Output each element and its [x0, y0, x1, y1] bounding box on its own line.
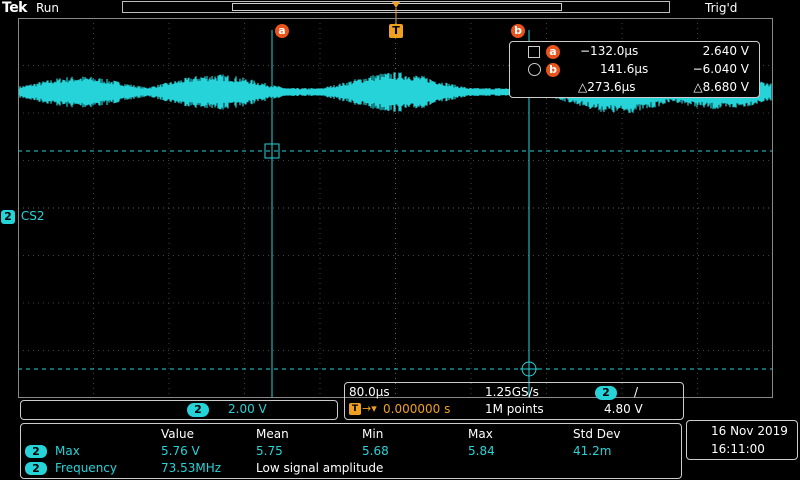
trigger-position-value: 0.000000 s — [383, 402, 451, 416]
trigger-level: 4.80 V — [604, 402, 643, 416]
cursor-b-marker[interactable]: b — [511, 24, 525, 38]
ch2-scale-box[interactable]: 2 2.00 V — [20, 400, 338, 420]
cursor-a-voltage: 2.640 V — [702, 44, 749, 58]
ch2-scale-badge: 2 — [187, 403, 209, 417]
cursor-a-time: −132.0µs — [580, 44, 639, 58]
ch2-badge: 2 — [1, 210, 15, 224]
meas-row-min: 5.68 — [362, 444, 389, 458]
meas-header-stddev: Std Dev — [573, 427, 621, 441]
date: 16 Nov 2019 — [711, 424, 788, 438]
meas-row-channel-badge: 2 — [25, 445, 47, 458]
trigger-source-badge: 2 — [595, 386, 617, 400]
cursor-a-marker[interactable]: a — [275, 24, 289, 38]
cursor-delta-time: △273.6µs — [578, 80, 636, 94]
meas-row-mean: 5.75 — [256, 444, 283, 458]
time-per-div: 80.0µs — [349, 385, 390, 399]
cursor-delta-voltage: △8.680 V — [693, 80, 749, 94]
ch2-name: CS2 — [20, 209, 45, 223]
trigger-marker[interactable]: T — [389, 24, 403, 38]
meas-header-value: Value — [161, 427, 194, 441]
meas-header-mean: Mean — [256, 427, 289, 441]
cursor-b-voltage: −6.040 V — [692, 62, 749, 76]
meas-row-max: 5.84 — [468, 444, 495, 458]
cursor-b-circle-icon — [528, 63, 541, 76]
meas-row-value: 73.53MHz — [161, 461, 222, 475]
meas-row-value: 5.76 V — [161, 444, 200, 458]
cursor-a-square-icon — [528, 46, 540, 58]
arrow-right-icon: →▾ — [362, 402, 377, 415]
sample-rate: 1.25GS/s — [485, 385, 539, 399]
datetime-panel[interactable]: 16 Nov 2019 16:11:00 — [686, 420, 798, 460]
cursor-b-time: 141.6µs — [600, 62, 649, 76]
ch2-ground-label[interactable]: 2 CS2 — [1, 209, 44, 224]
cursor-b-readout-marker: b — [546, 63, 560, 77]
trigger-slope-icon: / — [634, 385, 639, 399]
cursor-readout-panel[interactable]: a −132.0µs 2.640 V b 141.6µs −6.040 V △2… — [509, 41, 760, 98]
ch2-volts-per-div: 2.00 V — [228, 402, 267, 416]
trigger-position-icon: T — [349, 403, 361, 415]
meas-row-channel-badge: 2 — [25, 462, 47, 475]
record-length: 1M points — [485, 402, 544, 416]
meas-row-note: Low signal amplitude — [256, 461, 384, 475]
timebase-panel[interactable]: 80.0µs 1.25GS/s 2 / T →▾ 0.000000 s 1M p… — [344, 382, 684, 420]
meas-header-max: Max — [468, 427, 493, 441]
meas-row-stddev: 41.2m — [573, 444, 612, 458]
measurements-panel[interactable]: Value Mean Min Max Std Dev 2 Max 5.76 V … — [20, 423, 682, 479]
meas-row-name: Frequency — [55, 461, 117, 475]
meas-header-min: Min — [362, 427, 384, 441]
trigger-position-arrow-icon — [392, 2, 400, 8]
meas-row-name: Max — [55, 444, 80, 458]
cursor-a-readout-marker: a — [546, 45, 560, 59]
time: 16:11:00 — [711, 442, 765, 456]
